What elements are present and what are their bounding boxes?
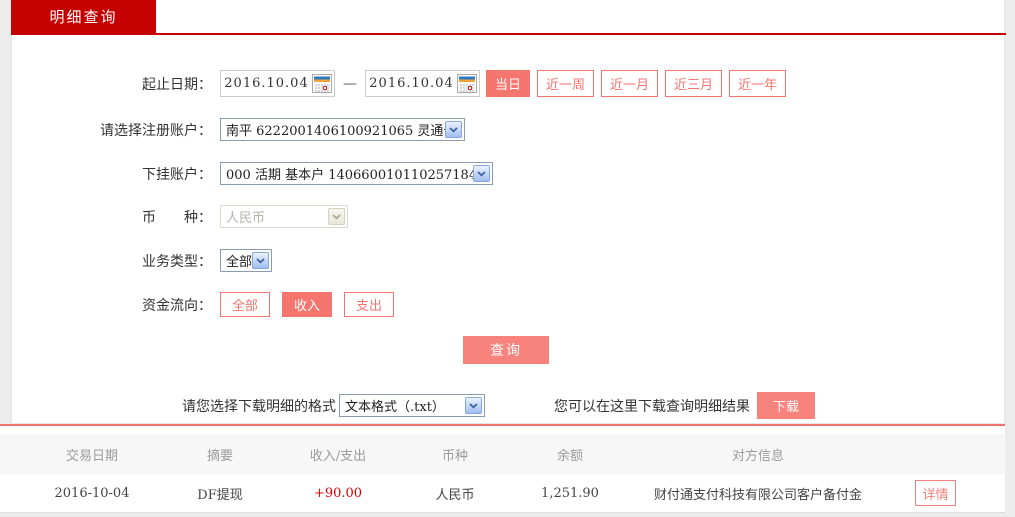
result-table: 交易日期 摘要 收入/支出 币种 余额 对方信息 2016-10-04 DF提现… <box>0 424 1005 513</box>
business-type-label: 业务类型： <box>142 253 212 270</box>
chevron-down-icon <box>328 208 345 225</box>
chevron-down-icon <box>473 165 490 182</box>
calendar-icon[interactable] <box>457 74 477 93</box>
header-currency: 币种 <box>441 448 468 464</box>
header-trade-date: 交易日期 <box>65 448 118 464</box>
fund-flow-expense-button[interactable]: 支出 <box>344 292 395 317</box>
register-account-label: 请选择注册账户： <box>100 122 212 139</box>
sub-account-label: 下挂账户： <box>142 166 212 183</box>
date-range-label: 起止日期： <box>142 76 212 93</box>
header-counterparty: 对方信息 <box>731 448 784 464</box>
fund-flow-label: 资金流向： <box>142 297 212 314</box>
currency-value: 人民币 <box>226 211 266 226</box>
cell-counterparty: 财付通支付科技有限公司客户备付金 <box>653 487 862 503</box>
chevron-down-icon <box>445 121 462 138</box>
start-date-value: 2016.10.04 <box>224 76 309 91</box>
cell-balance: 1,251.90 <box>541 485 599 501</box>
chevron-down-icon <box>252 252 269 269</box>
detail-button[interactable]: 详情 <box>915 480 956 506</box>
register-account-value: 南平 6222001406100921065 灵通卡 <box>226 124 457 139</box>
start-date-input[interactable]: 2016.10.04 <box>220 70 335 97</box>
fund-flow-all-button[interactable]: 全部 <box>220 292 271 317</box>
business-type-row: 业务类型： 全部 <box>12 249 1004 272</box>
tab-detail-query[interactable]: 明细查询 <box>11 0 156 33</box>
register-account-select[interactable]: 南平 6222001406100921065 灵通卡 <box>220 118 465 141</box>
sub-account-select[interactable]: 000 活期 基本户 1406600101102571848 <box>220 162 493 185</box>
fund-flow-row: 资金流向： 全部 收入 支出 <box>12 292 1004 317</box>
quick-range-week-button[interactable]: 近一周 <box>537 70 595 97</box>
calendar-icon[interactable] <box>312 74 332 93</box>
header-summary: 摘要 <box>206 448 233 464</box>
query-form-panel: 明细查询 起止日期： 2016.10.04 — 2016.10.04 当日 近一… <box>11 0 1006 424</box>
download-row: 请您选择下载明细的格式 文本格式（.txt） 您可以在这里下载查询明细结果 下载 <box>182 392 815 419</box>
chevron-down-icon <box>465 397 482 414</box>
detail-query-page: 明细查询 起止日期： 2016.10.04 — 2016.10.04 当日 近一… <box>0 0 1015 517</box>
header-balance: 余额 <box>556 448 583 464</box>
tab-label: 明细查询 <box>49 8 118 26</box>
table-row: 2016-10-04 DF提现 +90.00 人民币 1,251.90 财付通支… <box>0 474 1005 513</box>
download-button[interactable]: 下载 <box>757 392 815 419</box>
end-date-input[interactable]: 2016.10.04 <box>365 70 480 97</box>
sub-account-value: 000 活期 基本户 1406600101102571848 <box>226 168 486 183</box>
currency-row: 币 种： 人民币 <box>12 205 1004 228</box>
query-button[interactable]: 查询 <box>463 336 549 364</box>
business-type-value: 全部 <box>226 255 253 270</box>
cell-currency: 人民币 <box>435 487 475 503</box>
tab-underline <box>11 33 1006 35</box>
fund-flow-income-button[interactable]: 收入 <box>282 292 333 317</box>
end-date-value: 2016.10.04 <box>369 76 454 91</box>
download-format-select[interactable]: 文本格式（.txt） <box>339 394 485 417</box>
download-format-label: 请您选择下载明细的格式 <box>182 398 336 415</box>
header-amount: 收入/支出 <box>309 448 367 464</box>
register-account-row: 请选择注册账户： 南平 6222001406100921065 灵通卡 <box>12 118 1004 141</box>
download-hint: 您可以在这里下载查询明细结果 <box>554 398 750 415</box>
business-type-select[interactable]: 全部 <box>220 249 272 272</box>
download-format-value: 文本格式（.txt） <box>345 400 445 415</box>
cell-amount: +90.00 <box>313 485 363 501</box>
quick-range-today-button[interactable]: 当日 <box>486 70 531 97</box>
quick-range-month-button[interactable]: 近一月 <box>601 70 659 97</box>
date-range-row: 起止日期： 2016.10.04 — 2016.10.04 当日 近一周 近一月… <box>12 70 1004 97</box>
cell-trade-date: 2016-10-04 <box>54 485 130 501</box>
quick-range-quarter-button[interactable]: 近三月 <box>665 70 723 97</box>
quick-range-year-button[interactable]: 近一年 <box>729 70 787 97</box>
currency-select: 人民币 <box>220 205 348 228</box>
cell-summary: DF提现 <box>197 487 243 503</box>
table-header-row: 交易日期 摘要 收入/支出 币种 余额 对方信息 <box>0 434 1005 474</box>
sub-account-row: 下挂账户： 000 活期 基本户 1406600101102571848 <box>12 162 1004 185</box>
date-range-separator: — <box>343 75 357 92</box>
currency-label: 币 种： <box>142 209 212 226</box>
